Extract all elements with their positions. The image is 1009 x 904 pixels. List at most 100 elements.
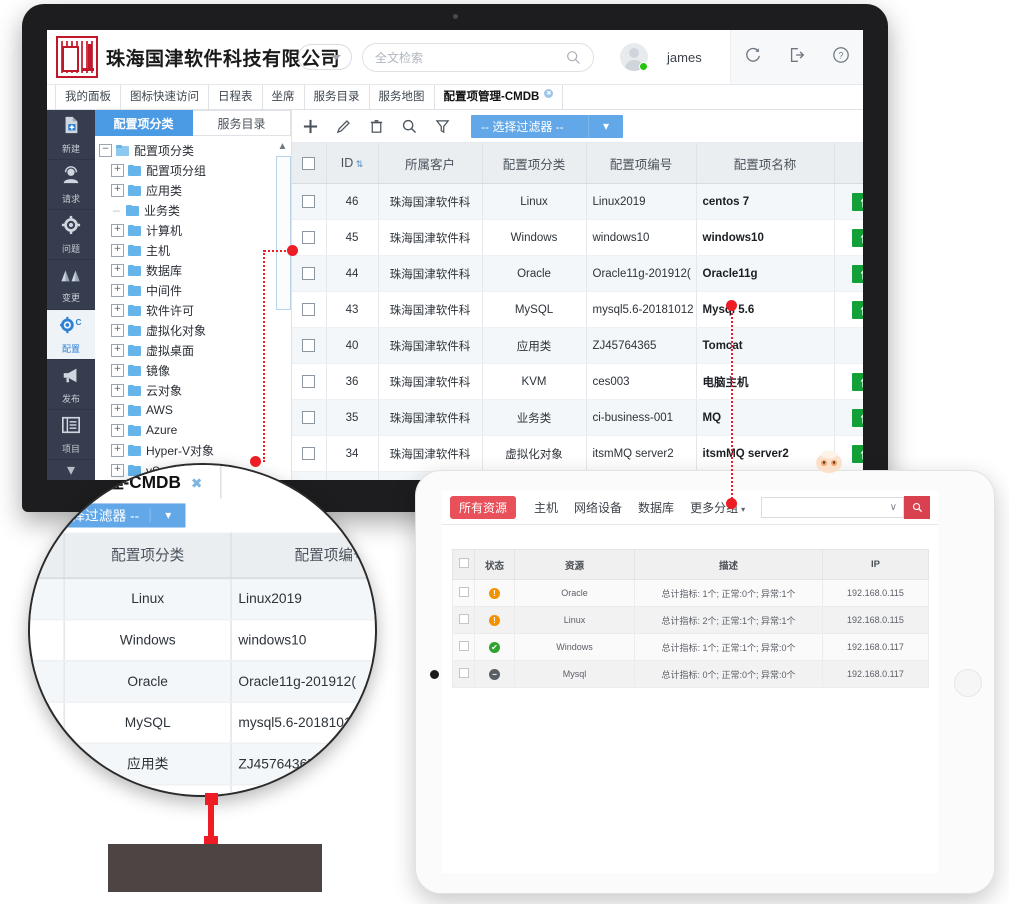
- tablet-row-checkbox-cell[interactable]: [452, 606, 475, 634]
- col-header-2[interactable]: 所属客户: [378, 143, 483, 184]
- tablet-select-all-checkbox[interactable]: [458, 558, 469, 568]
- tree-tab-1[interactable]: 配置项分类: [95, 110, 193, 136]
- expand-icon[interactable]: +: [111, 183, 124, 197]
- expand-icon[interactable]: +: [111, 223, 124, 237]
- tab-4[interactable]: 坐席: [261, 83, 305, 109]
- row-checkbox-cell[interactable]: [292, 327, 327, 364]
- delete-trash-icon[interactable]: [368, 118, 385, 135]
- company-selector[interactable]: [298, 44, 353, 70]
- lens-filter-select[interactable]: -- 选择过滤器 -- ▾: [34, 503, 186, 528]
- expand-icon[interactable]: +: [111, 163, 124, 177]
- close-icon[interactable]: ✖: [544, 88, 554, 98]
- tablet-search-input[interactable]: ∨: [761, 497, 904, 518]
- row-checkbox-cell[interactable]: [292, 255, 327, 292]
- table-row[interactable]: 35珠海国津软件科业务类ci-business-001MQ 使用中: [292, 399, 863, 436]
- tablet-row-checkbox[interactable]: [458, 587, 469, 597]
- tree-node[interactable]: + 虚拟桌面: [95, 340, 291, 360]
- tablet-tab-1[interactable]: 所有资源: [450, 496, 517, 519]
- tablet-row-checkbox-cell[interactable]: [452, 579, 475, 607]
- add-icon[interactable]: [302, 118, 319, 135]
- tree-node[interactable]: − 配置项分类: [95, 140, 291, 160]
- tablet-tab-3[interactable]: 网络设备: [574, 499, 622, 516]
- tablet-row-checkbox-cell[interactable]: [452, 660, 475, 688]
- expand-icon[interactable]: +: [111, 363, 124, 377]
- sidebar-item-7[interactable]: 项目: [47, 410, 95, 460]
- logout-icon[interactable]: [788, 46, 806, 69]
- close-icon[interactable]: ✖: [191, 476, 203, 491]
- tablet-row-checkbox[interactable]: [458, 641, 469, 651]
- tree-node[interactable]: + 主机: [95, 240, 291, 260]
- tablet-row-checkbox[interactable]: [458, 668, 469, 678]
- filter-funnel-icon[interactable]: [434, 118, 451, 135]
- edit-pencil-icon[interactable]: [335, 118, 352, 135]
- expand-icon[interactable]: +: [111, 383, 124, 397]
- expand-icon[interactable]: +: [111, 243, 124, 257]
- table-row[interactable]: 40 珠海国津软件科 应用类 ZJ45764365 Tomcat: [292, 327, 863, 364]
- col-header-1[interactable]: ID ⇅: [326, 143, 379, 184]
- sidebar-item-5[interactable]: CI 配置: [47, 310, 95, 360]
- tree-node[interactable]: + 软件许可: [95, 300, 291, 320]
- tab-5[interactable]: 服务目录: [303, 83, 370, 109]
- chevron-down-icon[interactable]: ▾: [149, 508, 185, 523]
- col-header-5[interactable]: 配置项名称: [696, 143, 835, 184]
- tree-scrollbar[interactable]: ▲ ▼: [276, 140, 291, 480]
- row-checkbox[interactable]: [302, 375, 316, 388]
- row-checkbox-cell[interactable]: [292, 363, 327, 400]
- row-checkbox[interactable]: [302, 447, 316, 460]
- tab-1[interactable]: 我的面板: [55, 83, 121, 109]
- help-icon[interactable]: ?: [832, 46, 850, 69]
- tablet-home-button[interactable]: [954, 669, 982, 697]
- sidebar-item-3[interactable]: 问题: [47, 210, 95, 260]
- sidebar-item-2[interactable]: 请求: [47, 160, 95, 210]
- tree-node[interactable]: – 业务类: [95, 200, 291, 220]
- tree-node[interactable]: + 虚拟化对象: [95, 320, 291, 340]
- expand-icon[interactable]: +: [111, 343, 124, 357]
- tab-2[interactable]: 图标快速访问: [120, 83, 209, 109]
- table-row[interactable]: 36珠海国津软件科KVMces003电脑主机 使用中: [292, 363, 863, 400]
- col-header-6[interactable]: 状态: [834, 143, 863, 184]
- filter-select[interactable]: -- 选择过滤器 -- ▾: [471, 114, 623, 138]
- row-checkbox[interactable]: [302, 195, 316, 208]
- scrollbar-thumb[interactable]: [276, 156, 291, 310]
- sidebar-item-6[interactable]: 发布: [47, 360, 95, 410]
- row-checkbox[interactable]: [302, 303, 316, 316]
- tree-node[interactable]: + 中间件: [95, 280, 291, 300]
- row-checkbox-cell[interactable]: [292, 183, 327, 220]
- tablet-table-row[interactable]: ! Oracle 总计指标: 1个; 正常:0个; 异常:1个 192.168.0.1…: [452, 579, 929, 607]
- tablet-tab-4[interactable]: 数据库: [638, 499, 674, 516]
- col-header-4[interactable]: 配置项编号: [586, 143, 697, 184]
- expand-icon[interactable]: +: [111, 423, 124, 437]
- collapse-icon[interactable]: −: [99, 143, 112, 157]
- chevron-down-icon[interactable]: ▾: [588, 114, 623, 138]
- chevron-down-icon[interactable]: ∨: [890, 502, 897, 513]
- tree-node[interactable]: + AWS: [95, 400, 291, 420]
- search-icon[interactable]: [401, 118, 418, 135]
- tree-node[interactable]: + Hyper-V对象: [95, 440, 291, 460]
- tree-node[interactable]: + Azure: [95, 420, 291, 440]
- expand-icon[interactable]: +: [111, 403, 124, 417]
- global-search-input[interactable]: 全文检索: [362, 42, 595, 72]
- table-row[interactable]: 43 珠海国津软件科 MySQL mysql5.6-20181012 Mysql 5.6…: [292, 291, 863, 328]
- tree-node[interactable]: + 云对象: [95, 380, 291, 400]
- sidebar-item-4[interactable]: 变更: [47, 260, 95, 310]
- tree-node[interactable]: + 数据库: [95, 260, 291, 280]
- row-checkbox-cell[interactable]: [292, 291, 327, 328]
- chevron-up-icon[interactable]: ▲: [276, 140, 289, 153]
- col-header-3[interactable]: 配置项分类: [482, 143, 587, 184]
- sort-arrows-icon[interactable]: ⇅: [353, 159, 364, 169]
- sidebar-item-1[interactable]: 新建: [47, 110, 95, 160]
- tablet-row-checkbox-cell[interactable]: [452, 633, 475, 661]
- expand-icon[interactable]: +: [111, 283, 124, 297]
- tab-6[interactable]: 服务地图: [368, 83, 435, 109]
- row-checkbox[interactable]: [302, 267, 316, 280]
- tablet-tab-2[interactable]: 主机: [534, 499, 558, 516]
- table-row[interactable]: 45珠海国津软件科Windowswindows10windows10使用中: [292, 219, 863, 256]
- tree-node[interactable]: + 配置项分组: [95, 160, 291, 180]
- table-row[interactable]: 44 珠海国津软件科 Oracle Oracle11g-201912(Oracle11…: [292, 255, 863, 292]
- tree-node[interactable]: + 镜像: [95, 360, 291, 380]
- lens-tab-active[interactable]: 配置项管理-CMDB ✖: [30, 465, 222, 499]
- expand-icon[interactable]: +: [111, 323, 124, 337]
- tablet-table-row[interactable]: − Mysql 总计指标: 0个; 正常:0个; 异常:0个 192.168.0.11…: [452, 660, 929, 688]
- tablet-table-row[interactable]: ✔ Windows 总计指标: 1个; 正常:1个; 异常:0个 192.168.0.…: [452, 633, 929, 661]
- expand-icon[interactable]: +: [111, 263, 124, 277]
